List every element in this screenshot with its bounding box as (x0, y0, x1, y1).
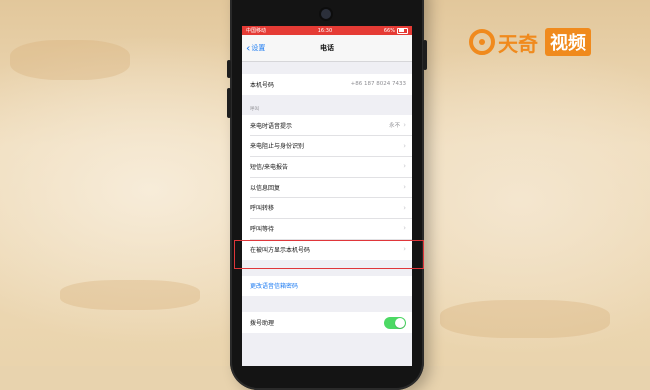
row-label: 来电阻止与身份识别 (250, 143, 305, 151)
page-title: 电话 (320, 44, 334, 52)
row-value: › (403, 162, 406, 170)
brand-box: 视频 (545, 28, 591, 56)
section-header-calls: 呼叫 (250, 106, 259, 112)
row-sms-call-report[interactable]: 短信/来电报告 › (242, 156, 412, 177)
brand-logo: 天奇 视频 (469, 24, 591, 60)
brand-name: 天奇 (498, 31, 538, 56)
row-value: › (403, 142, 406, 150)
battery-percent: 66% (383, 27, 395, 34)
row-label: 来电时语音提示 (250, 122, 293, 130)
row-label: 更改语音信箱密码 (250, 283, 299, 291)
chevron-left-icon: ‹ (246, 41, 251, 54)
phone-side-button (227, 60, 231, 78)
phone-screen: 中国移动 16:30 66% ‹ 设置 电话 本机号码 +86 187 8024… (242, 26, 412, 366)
clock: 16:30 (317, 27, 333, 34)
brush-stroke (10, 40, 130, 80)
row-reply-with-message[interactable]: 以信息回复 › (242, 176, 412, 198)
row-label: 拨号助理 (250, 320, 275, 328)
row-dial-assist: 拨号助理 (242, 312, 412, 333)
carrier-label: 中国移动 (246, 28, 267, 34)
row-voice-announce[interactable]: 来电时语音提示 永不 › (242, 115, 412, 136)
brush-stroke (60, 280, 200, 310)
my-number-value: +86 187 8024 7433 (351, 81, 406, 87)
highlight-box (234, 240, 424, 269)
brand-mark-icon (469, 29, 495, 55)
dial-assist-toggle[interactable] (384, 316, 406, 329)
my-number-label: 本机号码 (250, 81, 275, 89)
my-number-group: 本机号码 +86 187 8024 7433 (242, 74, 412, 95)
row-call-forwarding[interactable]: 呼叫转移 › (242, 197, 412, 218)
chevron-right-icon: › (403, 203, 406, 212)
change-voicemail-password-link[interactable]: 更改语音信箱密码 (242, 276, 412, 297)
back-button[interactable]: ‹ 设置 (246, 35, 265, 61)
nav-bar: ‹ 设置 电话 (242, 35, 412, 62)
voicemail-group: 更改语音信箱密码 (242, 275, 412, 297)
phone-side-button (423, 40, 427, 70)
row-label: 呼叫等待 (250, 225, 275, 233)
row-value: › (403, 224, 406, 232)
dial-assist-group: 拨号助理 (242, 312, 412, 333)
row-value: › (403, 204, 406, 212)
status-bar: 中国移动 16:30 66% (242, 26, 412, 35)
row-value: 永不 › (389, 121, 406, 129)
front-camera (321, 9, 331, 19)
row-value-text: 永不 (389, 123, 401, 130)
battery-icon (397, 27, 408, 34)
row-call-blocking[interactable]: 来电阻止与身份识别 › (242, 135, 412, 156)
chevron-right-icon: › (403, 141, 406, 150)
chevron-right-icon: › (403, 224, 406, 233)
phone-side-button (227, 88, 231, 118)
row-label: 呼叫转移 (250, 205, 275, 213)
brush-stroke (440, 300, 610, 338)
chevron-right-icon: › (403, 183, 406, 192)
calls-group: 来电时语音提示 永不 › 来电阻止与身份识别 › 短信/来电报告 › 以信息回复… (242, 114, 412, 260)
row-label: 短信/来电报告 (250, 163, 289, 171)
back-label: 设置 (251, 44, 266, 52)
chevron-right-icon: › (403, 162, 406, 171)
my-number-text: +86 187 8024 7433 (350, 81, 406, 88)
row-label: 以信息回复 (250, 184, 281, 192)
row-value: › (403, 183, 406, 191)
row-call-waiting[interactable]: 呼叫等待 › (242, 218, 412, 239)
my-number-row[interactable]: 本机号码 +86 187 8024 7433 (242, 74, 412, 95)
status-right: 66% (383, 27, 408, 34)
chevron-right-icon: › (403, 121, 406, 130)
